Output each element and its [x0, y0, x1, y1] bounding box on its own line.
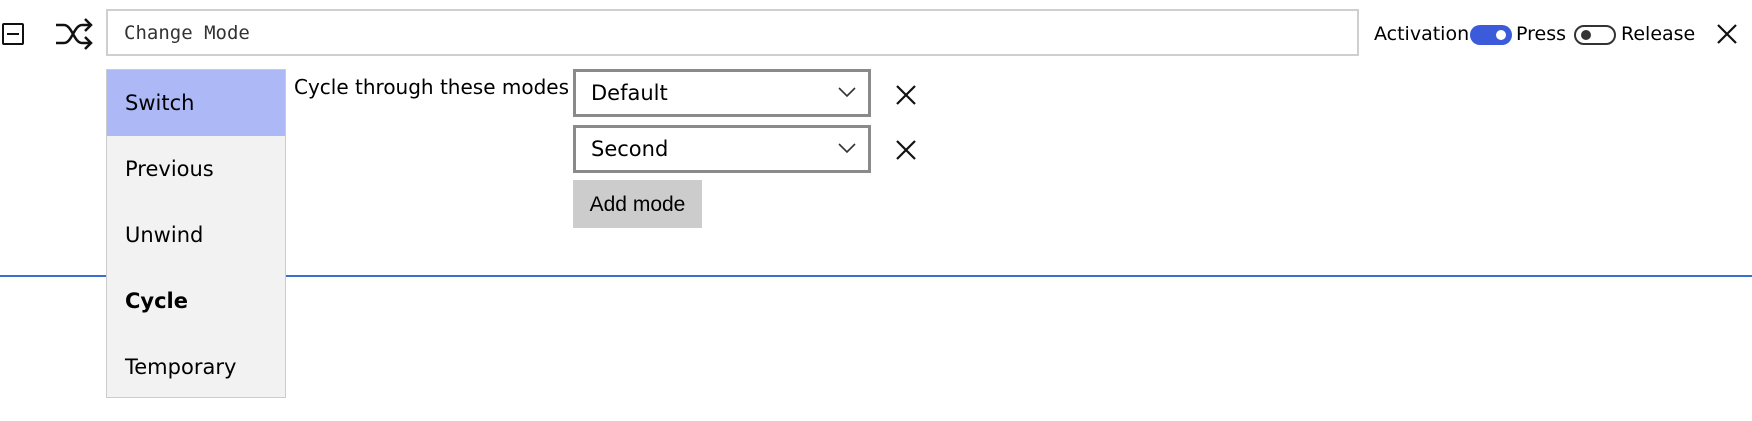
release-toggle[interactable]: [1574, 25, 1616, 45]
cycle-modes-label: Cycle through these modes: [294, 75, 569, 99]
chevron-down-icon: [838, 87, 856, 98]
toggle-knob: [1581, 30, 1591, 40]
shuffle-icon: [56, 18, 93, 50]
release-label: Release: [1621, 23, 1696, 45]
minus-square-icon: [7, 33, 19, 35]
mode-item-previous[interactable]: Previous: [107, 136, 285, 202]
mode-item-unwind[interactable]: Unwind: [107, 202, 285, 268]
mode-select-value: Second: [591, 137, 669, 161]
add-mode-button[interactable]: Add mode: [573, 180, 702, 228]
press-toggle[interactable]: [1470, 25, 1512, 45]
close-icon[interactable]: [1715, 22, 1739, 46]
activation-label: Activation: [1374, 23, 1470, 45]
action-name-input[interactable]: [106, 9, 1359, 56]
mode-type-dropdown-list: Switch Previous Unwind Cycle Temporary: [106, 69, 286, 398]
remove-mode-button[interactable]: [894, 83, 918, 107]
remove-mode-button[interactable]: [894, 138, 918, 162]
mode-select[interactable]: Default: [573, 69, 871, 117]
toggle-knob: [1496, 30, 1506, 40]
mode-item-switch[interactable]: Switch: [107, 70, 285, 136]
chevron-down-icon: [838, 143, 856, 154]
press-label: Press: [1516, 23, 1567, 45]
collapse-button[interactable]: [2, 23, 24, 45]
mode-select-value: Default: [591, 81, 668, 105]
mode-select[interactable]: Second: [573, 125, 871, 173]
mode-item-temporary[interactable]: Temporary: [107, 334, 285, 400]
mode-item-cycle[interactable]: Cycle: [107, 268, 285, 334]
